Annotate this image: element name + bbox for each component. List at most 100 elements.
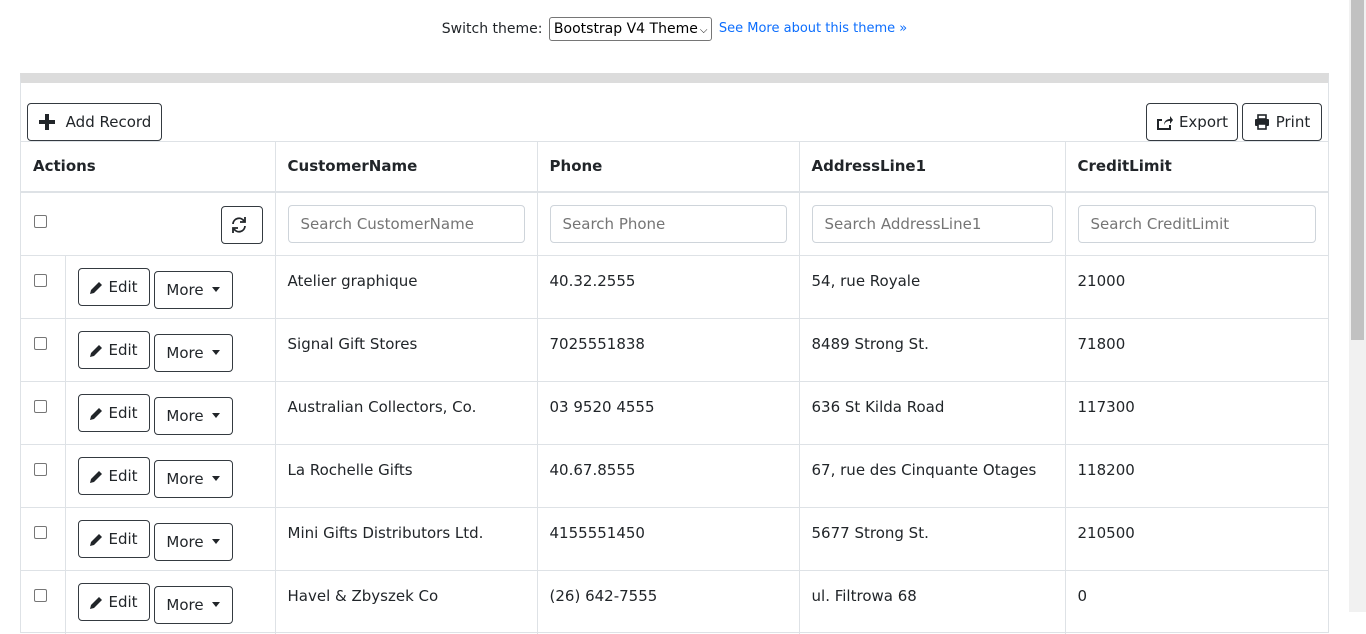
pencil-icon bbox=[90, 407, 103, 420]
edit-button[interactable]: Edit bbox=[77, 457, 150, 495]
share-icon bbox=[1156, 115, 1173, 130]
cell-customer-name: Australian Collectors, Co. bbox=[274, 381, 538, 445]
cell-credit-limit: 210500 bbox=[1064, 507, 1329, 571]
refresh-button[interactable] bbox=[221, 205, 263, 244]
cell-credit-limit: 118200 bbox=[1064, 444, 1329, 508]
search-address-input[interactable] bbox=[811, 204, 1053, 243]
table-row: Edit More Signal Gift Stores 7025551838 8… bbox=[21, 318, 1329, 382]
column-header-phone[interactable]: Phone bbox=[536, 141, 800, 193]
more-dropdown-button[interactable]: More bbox=[153, 522, 233, 561]
search-customer-name-input[interactable] bbox=[287, 204, 525, 243]
cell-customer-name: La Rochelle Gifts bbox=[274, 444, 538, 508]
filter-actions-cell bbox=[21, 191, 276, 256]
row-checkbox[interactable] bbox=[34, 526, 47, 539]
cell-credit-limit: 21000 bbox=[1064, 255, 1329, 319]
row-actions-cell: Edit More bbox=[64, 255, 276, 319]
row-checkbox[interactable] bbox=[34, 589, 47, 602]
select-all-checkbox[interactable] bbox=[34, 214, 47, 228]
row-actions-cell: Edit More bbox=[64, 318, 276, 382]
refresh-icon bbox=[232, 216, 246, 233]
theme-info-link[interactable]: See More about this theme » bbox=[719, 21, 907, 36]
table-row: Edit More Australian Collectors, Co. 03 9… bbox=[21, 381, 1329, 445]
column-header-credit-limit[interactable]: CreditLimit bbox=[1064, 141, 1329, 193]
filter-customer-cell bbox=[274, 191, 538, 256]
more-dropdown-button[interactable]: More bbox=[153, 459, 233, 498]
column-header-address[interactable]: AddressLine1 bbox=[798, 141, 1066, 193]
edit-button[interactable]: Edit bbox=[77, 268, 150, 306]
more-dropdown-button[interactable]: More bbox=[153, 333, 233, 372]
cell-customer-name: Havel & Zbyszek Co bbox=[274, 570, 538, 634]
cell-customer-name: Signal Gift Stores bbox=[274, 318, 538, 382]
cell-phone: 4155551450 bbox=[536, 507, 800, 571]
printer-icon bbox=[1254, 114, 1269, 130]
theme-select[interactable]: Bootstrap V4 Theme ⌵ bbox=[548, 17, 713, 41]
cell-address: 54, rue Royale bbox=[798, 255, 1066, 319]
more-dropdown-button[interactable]: More bbox=[153, 396, 233, 435]
row-select-cell bbox=[21, 255, 65, 319]
table-row: Edit More Atelier graphique 40.32.2555 54… bbox=[21, 255, 1329, 319]
filter-address-cell bbox=[798, 191, 1066, 256]
caret-down-icon bbox=[211, 413, 220, 418]
cell-address: 5677 Strong St. bbox=[798, 507, 1066, 571]
row-select-cell bbox=[21, 444, 65, 508]
cell-address: ul. Filtrowa 68 bbox=[798, 570, 1066, 634]
cell-credit-limit: 117300 bbox=[1064, 381, 1329, 445]
theme-switcher: Switch theme: Bootstrap V4 Theme ⌵ See Mo… bbox=[0, 16, 1349, 42]
filter-credit-cell bbox=[1064, 191, 1329, 256]
row-checkbox[interactable] bbox=[34, 274, 47, 287]
edit-label: Edit bbox=[108, 404, 138, 422]
more-dropdown-button[interactable]: More bbox=[153, 585, 233, 624]
search-phone-input[interactable] bbox=[549, 204, 787, 243]
caret-down-icon bbox=[211, 287, 220, 292]
row-actions-cell: Edit More bbox=[64, 444, 276, 508]
cell-credit-limit: 0 bbox=[1064, 570, 1329, 634]
cell-phone: 40.32.2555 bbox=[536, 255, 800, 319]
plus-icon bbox=[38, 114, 55, 130]
chevron-down-icon: ⌵ bbox=[699, 25, 708, 36]
row-checkbox[interactable] bbox=[34, 463, 47, 476]
cell-phone: (26) 642-7555 bbox=[536, 570, 800, 634]
row-select-cell bbox=[21, 381, 65, 445]
cell-credit-limit: 71800 bbox=[1064, 318, 1329, 382]
table-row: Edit More Havel & Zbyszek Co (26) 642-755… bbox=[21, 570, 1329, 634]
edit-label: Edit bbox=[108, 341, 138, 359]
cell-address: 67, rue des Cinquante Otages bbox=[798, 444, 1066, 508]
vertical-scrollbar[interactable] bbox=[1349, 0, 1366, 612]
edit-label: Edit bbox=[108, 530, 138, 548]
theme-select-value: Bootstrap V4 Theme bbox=[553, 21, 698, 37]
cell-address: 636 St Kilda Road bbox=[798, 381, 1066, 445]
row-actions-cell: Edit More bbox=[64, 570, 276, 634]
edit-label: Edit bbox=[108, 467, 138, 485]
row-select-cell bbox=[21, 507, 65, 571]
row-checkbox[interactable] bbox=[34, 337, 47, 350]
table-row: Edit More La Rochelle Gifts 40.67.8555 67… bbox=[21, 444, 1329, 508]
cell-phone: 40.67.8555 bbox=[536, 444, 800, 508]
row-select-cell bbox=[21, 570, 65, 634]
row-actions-cell: Edit More bbox=[64, 381, 276, 445]
more-dropdown-button[interactable]: More bbox=[153, 270, 233, 309]
edit-button[interactable]: Edit bbox=[77, 331, 150, 369]
edit-button[interactable]: Edit bbox=[77, 520, 150, 558]
cell-address: 8489 Strong St. bbox=[798, 318, 1066, 382]
pencil-icon bbox=[90, 344, 103, 357]
row-checkbox[interactable] bbox=[34, 400, 47, 413]
edit-button[interactable]: Edit bbox=[77, 394, 150, 432]
scrollbar-thumb[interactable] bbox=[1351, 0, 1364, 340]
column-header-customer-name[interactable]: CustomerName bbox=[274, 141, 538, 193]
export-button[interactable]: Export bbox=[1146, 103, 1238, 141]
filter-row bbox=[21, 191, 1329, 256]
cell-phone: 7025551838 bbox=[536, 318, 800, 382]
edit-label: Edit bbox=[108, 593, 138, 611]
filter-phone-cell bbox=[536, 191, 800, 256]
grid-toolbar: Add Record Export Print bbox=[27, 103, 1322, 141]
add-record-button[interactable]: Add Record bbox=[27, 103, 162, 141]
search-credit-limit-input[interactable] bbox=[1077, 204, 1317, 243]
pencil-icon bbox=[90, 281, 103, 294]
edit-button[interactable]: Edit bbox=[77, 583, 150, 621]
caret-down-icon bbox=[211, 476, 220, 481]
more-label: More bbox=[166, 343, 204, 362]
cell-customer-name: Mini Gifts Distributors Ltd. bbox=[274, 507, 538, 571]
more-label: More bbox=[166, 280, 204, 299]
cell-customer-name: Atelier graphique bbox=[274, 255, 538, 319]
print-button[interactable]: Print bbox=[1242, 103, 1322, 141]
